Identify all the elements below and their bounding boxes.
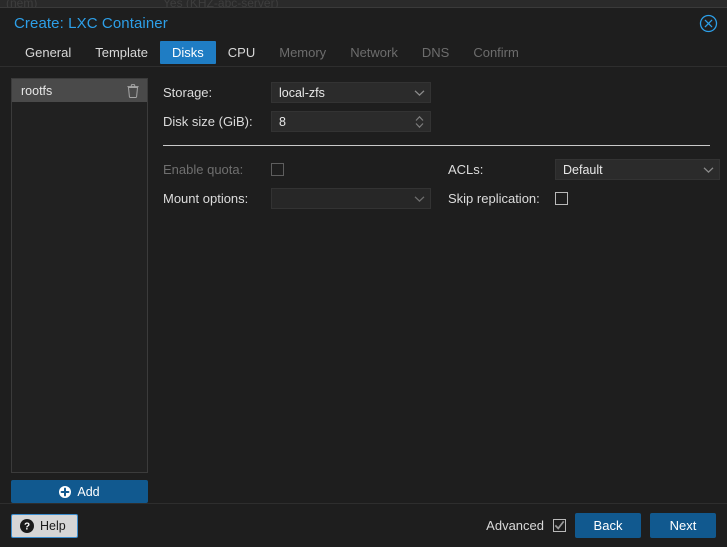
list-item[interactable]: rootfs bbox=[12, 79, 147, 102]
tab-disks[interactable]: Disks bbox=[160, 40, 216, 64]
trash-icon[interactable] bbox=[127, 83, 139, 98]
advanced-options: Enable quota: Mount options: ACLs: Defau… bbox=[163, 155, 720, 213]
acls-select[interactable]: Default bbox=[555, 159, 720, 180]
mountpoint-list[interactable]: rootfs bbox=[11, 78, 148, 473]
mount-options-select[interactable] bbox=[271, 188, 431, 209]
mount-options-row: Mount options: bbox=[163, 184, 435, 213]
wizard-tabs: General Template Disks CPU Memory Networ… bbox=[0, 38, 727, 66]
disk-size-row: Disk size (GiB): 8 bbox=[163, 107, 716, 136]
acls-label: ACLs: bbox=[448, 162, 484, 177]
back-button[interactable]: Back bbox=[575, 513, 641, 538]
dialog-titlebar: Create: LXC Container bbox=[0, 8, 727, 38]
disk-size-stepper[interactable]: 8 bbox=[271, 111, 431, 132]
add-mountpoint-label: Add bbox=[77, 484, 100, 499]
acls-row: ACLs: Default bbox=[448, 155, 720, 184]
list-item-label: rootfs bbox=[21, 83, 53, 98]
advanced-left-column: Enable quota: Mount options: bbox=[163, 155, 435, 213]
next-button[interactable]: Next bbox=[650, 513, 716, 538]
help-button[interactable]: ? Help bbox=[11, 513, 78, 538]
footer-actions: Advanced Back Next bbox=[486, 513, 716, 538]
disk-size-label: Disk size (GiB): bbox=[163, 114, 253, 129]
tab-memory: Memory bbox=[279, 44, 327, 60]
enable-quota-checkbox bbox=[271, 163, 284, 176]
tab-confirm: Confirm bbox=[473, 44, 519, 60]
disk-form: Storage: local-zfs Disk size (GiB): 8 En… bbox=[157, 78, 720, 503]
storage-value: local-zfs bbox=[279, 85, 325, 100]
skip-replication-checkbox[interactable] bbox=[555, 192, 568, 205]
form-divider bbox=[163, 145, 710, 146]
spinner-updown-icon[interactable] bbox=[414, 114, 425, 129]
check-icon bbox=[554, 520, 565, 530]
dialog-body: rootfs Add Storage: local-zfs Disk size … bbox=[0, 66, 727, 503]
mount-options-label: Mount options: bbox=[163, 191, 249, 206]
advanced-right-column: ACLs: Default Skip replication: bbox=[435, 155, 720, 213]
skip-replication-row: Skip replication: bbox=[448, 184, 720, 213]
tab-template[interactable]: Template bbox=[83, 41, 160, 64]
question-circle-icon: ? bbox=[20, 518, 34, 533]
storage-select[interactable]: local-zfs bbox=[271, 82, 431, 103]
plus-circle-icon bbox=[59, 485, 72, 498]
tab-cpu[interactable]: CPU bbox=[216, 41, 267, 64]
help-label: Help bbox=[40, 518, 66, 533]
enable-quota-row: Enable quota: bbox=[163, 155, 435, 184]
storage-label: Storage: bbox=[163, 85, 213, 100]
svg-text:?: ? bbox=[24, 521, 30, 532]
dialog-footer: ? Help Advanced Back Next bbox=[0, 503, 727, 547]
create-lxc-container-dialog: Create: LXC Container General Template D… bbox=[0, 7, 727, 547]
chevron-down-icon bbox=[414, 89, 425, 96]
tab-general[interactable]: General bbox=[13, 41, 83, 64]
advanced-label: Advanced bbox=[486, 518, 544, 533]
mountpoint-panel: rootfs Add bbox=[11, 78, 148, 503]
tab-dns: DNS bbox=[421, 44, 450, 60]
enable-quota-label: Enable quota: bbox=[163, 162, 244, 177]
advanced-checkbox[interactable] bbox=[553, 519, 566, 532]
add-mountpoint-button[interactable]: Add bbox=[11, 480, 148, 503]
chevron-down-icon bbox=[703, 166, 714, 173]
skip-replication-label: Skip replication: bbox=[448, 191, 540, 206]
dialog-title: Create: LXC Container bbox=[14, 14, 168, 32]
acls-value: Default bbox=[563, 162, 603, 177]
close-circle-icon[interactable] bbox=[699, 14, 718, 33]
chevron-down-icon bbox=[414, 195, 425, 202]
disk-size-value: 8 bbox=[279, 114, 286, 129]
tab-network: Network bbox=[350, 44, 398, 60]
storage-row: Storage: local-zfs bbox=[163, 78, 716, 107]
